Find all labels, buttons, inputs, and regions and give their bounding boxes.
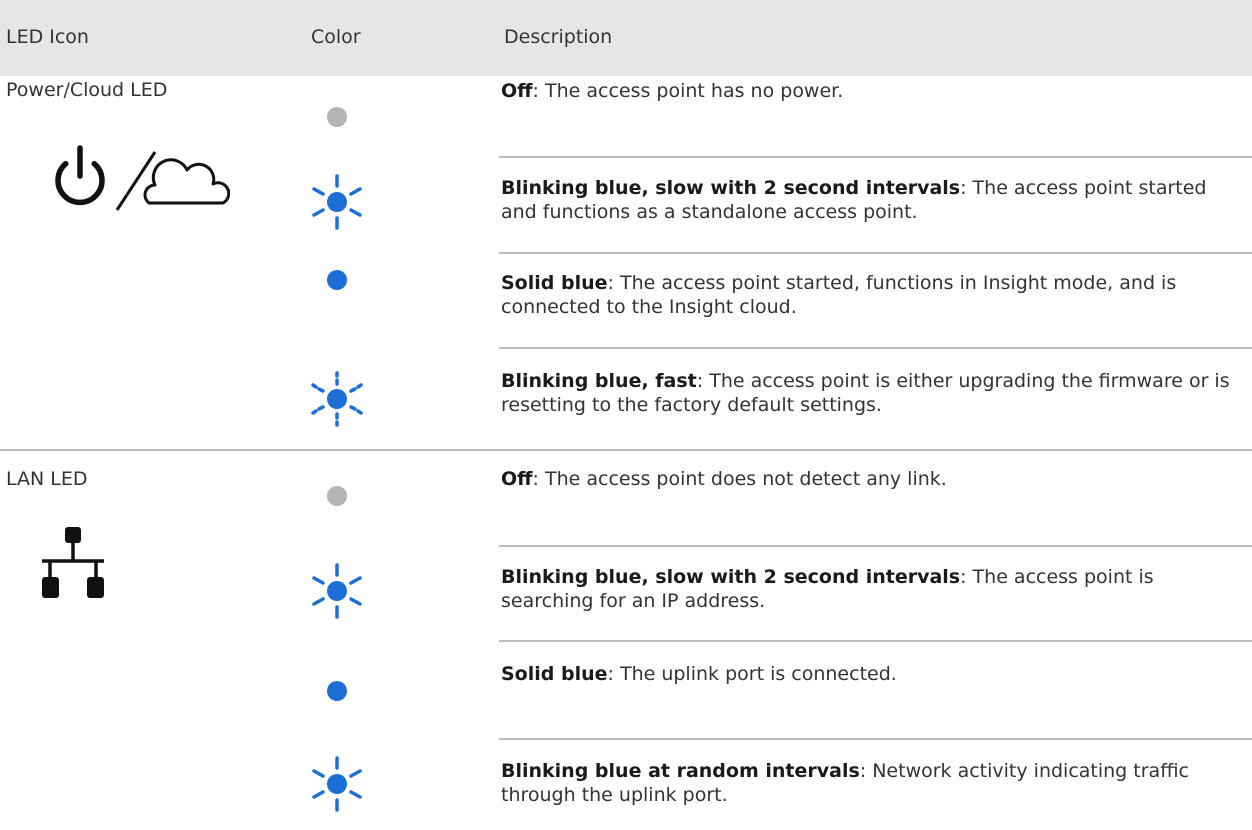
desc-lan-blinking-random: Blinking blue at random intervals: Netwo… — [501, 760, 1190, 806]
blinking-blue-icon — [312, 563, 362, 619]
table-header: LED Icon Color Description — [0, 0, 1252, 76]
power-cloud-icon — [55, 145, 230, 211]
desc-power-solid-blue: Solid blue: The access point started, fu… — [501, 272, 1177, 318]
divider — [499, 156, 1252, 158]
led-table: LED Icon Color Description Power/Cloud L… — [0, 0, 1252, 830]
desc-lan-solid-blue: Solid blue: The uplink port is connected… — [501, 663, 897, 685]
desc-lan-off: Off: The access point does not detect an… — [501, 468, 947, 490]
desc-power-blinking-slow: Blinking blue, slow with 2 second interv… — [501, 177, 1207, 223]
desc-power-off: Off: The access point has no power. — [501, 80, 844, 102]
blinking-blue-icon — [312, 174, 362, 230]
header-color: Color — [311, 26, 361, 48]
lan-network-icon — [42, 527, 104, 598]
group-label-lan: LAN LED — [6, 468, 88, 490]
divider — [499, 640, 1252, 642]
desc-power-blinking-fast: Blinking blue, fast: The access point is… — [501, 370, 1230, 416]
blinking-blue-icon — [312, 756, 362, 812]
group-label-power-cloud: Power/Cloud LED — [6, 79, 168, 101]
led-off-dot — [327, 107, 347, 127]
desc-lan-blinking-slow: Blinking blue, slow with 2 second interv… — [501, 566, 1154, 612]
led-off-dot — [327, 486, 347, 506]
divider — [499, 738, 1252, 740]
header-description: Description — [504, 26, 613, 48]
divider — [499, 347, 1252, 349]
divider — [499, 252, 1252, 254]
blinking-blue-fast-icon — [311, 371, 363, 427]
led-solid-blue-dot — [327, 681, 347, 701]
group-divider — [0, 449, 1252, 451]
divider — [499, 545, 1252, 547]
header-led-icon: LED Icon — [6, 26, 89, 48]
led-solid-blue-dot — [327, 270, 347, 290]
